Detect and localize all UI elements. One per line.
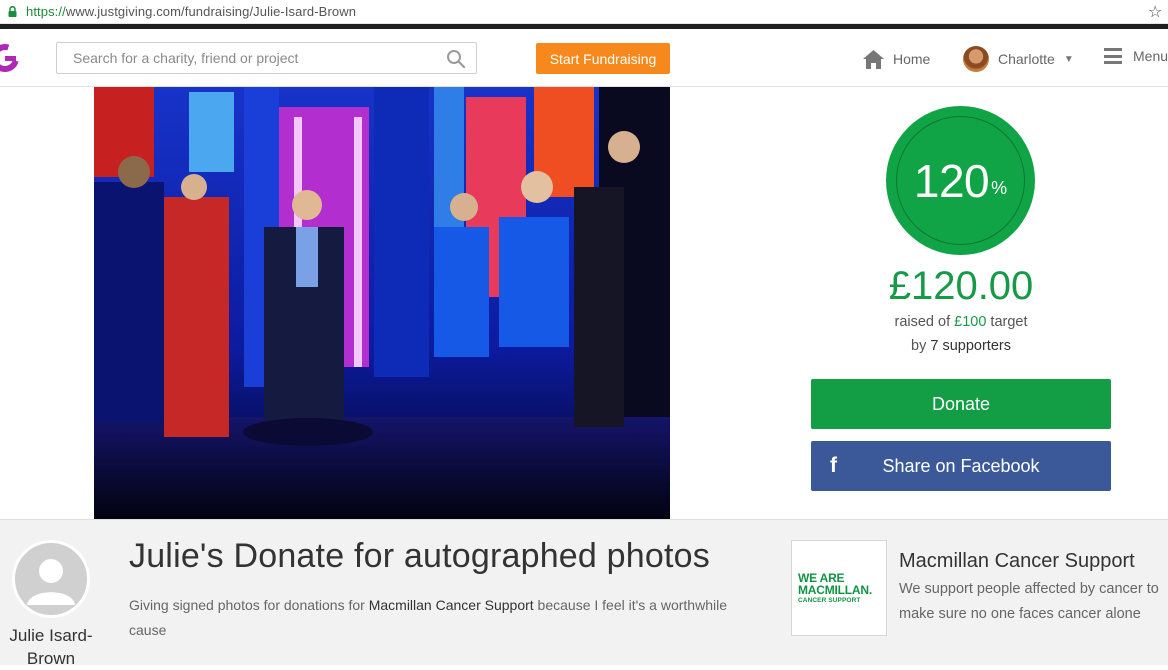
site-header: Start Fundraising Home Charlotte ▼ Menu xyxy=(0,29,1168,87)
url-text[interactable]: https://www.justgiving.com/fundraising/J… xyxy=(26,4,356,19)
desc-prefix: Giving signed photos for donations for xyxy=(129,597,369,613)
url-protocol: https:// xyxy=(26,4,66,19)
url-path: www.justgiving.com/fundraising/Julie-Isa… xyxy=(65,4,357,19)
user-name: Charlotte xyxy=(998,51,1055,67)
hamburger-icon xyxy=(1104,48,1122,64)
nav-menu[interactable]: Menu xyxy=(1104,48,1168,64)
search-input[interactable] xyxy=(73,43,443,73)
bookmark-star-icon[interactable]: ☆ xyxy=(1148,2,1162,22)
default-user-icon xyxy=(27,559,75,605)
target-prefix: raised of xyxy=(894,314,955,330)
desc-charity-link[interactable]: Macmillan Cancer Support xyxy=(369,597,534,613)
search-icon[interactable] xyxy=(446,49,466,69)
progress-ring: 120% xyxy=(886,106,1035,255)
photo-scene xyxy=(94,87,670,519)
owner-name[interactable]: Julie Isard-Brown xyxy=(0,624,102,670)
search-box[interactable] xyxy=(56,42,477,74)
progress-ring-inner: 120% xyxy=(896,116,1025,245)
share-facebook-label: Share on Facebook xyxy=(882,456,1040,476)
share-facebook-button[interactable]: f Share on Facebook xyxy=(811,441,1111,491)
amount-raised: £120.00 xyxy=(888,264,1034,308)
home-icon xyxy=(863,49,884,69)
supporters-text: by 7 supporters xyxy=(811,338,1111,354)
user-avatar xyxy=(963,46,989,72)
target-amount: £100 xyxy=(954,314,987,330)
menu-label: Menu xyxy=(1133,48,1168,64)
logo-line-1: WE ARE xyxy=(798,570,845,585)
logo-line-3: CANCER SUPPORT xyxy=(798,596,861,604)
charity-name[interactable]: Macmillan Cancer Support xyxy=(899,550,1135,573)
target-suffix: target xyxy=(986,314,1028,330)
chevron-down-icon: ▼ xyxy=(1063,53,1074,65)
page-description: Giving signed photos for donations for M… xyxy=(129,593,759,643)
lock-icon xyxy=(8,6,17,17)
logo-line-2: MACMILLAN. xyxy=(798,582,872,597)
home-label: Home xyxy=(893,51,931,67)
charity-logo[interactable]: WE ARE MACMILLAN. CANCER SUPPORT xyxy=(791,540,887,636)
owner-avatar[interactable] xyxy=(12,540,90,618)
progress-percent-sign: % xyxy=(991,178,1008,198)
charity-description: We support people affected by cancer to … xyxy=(899,581,1159,622)
donate-button[interactable]: Donate xyxy=(811,379,1111,429)
start-fundraising-button[interactable]: Start Fundraising xyxy=(536,43,670,74)
nav-home[interactable]: Home xyxy=(862,48,930,70)
supporters-prefix: by xyxy=(911,338,931,354)
justgiving-logo-icon[interactable] xyxy=(0,43,20,73)
progress-percent: 120 xyxy=(913,154,990,207)
fundraiser-photo xyxy=(94,87,670,519)
browser-url-bar[interactable]: https://www.justgiving.com/fundraising/J… xyxy=(0,0,1168,24)
supporters-count: 7 supporters xyxy=(930,338,1011,354)
page-title: Julie's Donate for autographed photos xyxy=(129,537,710,575)
target-text: raised of £100 target xyxy=(811,314,1111,330)
user-menu[interactable]: Charlotte ▼ xyxy=(963,46,1074,72)
